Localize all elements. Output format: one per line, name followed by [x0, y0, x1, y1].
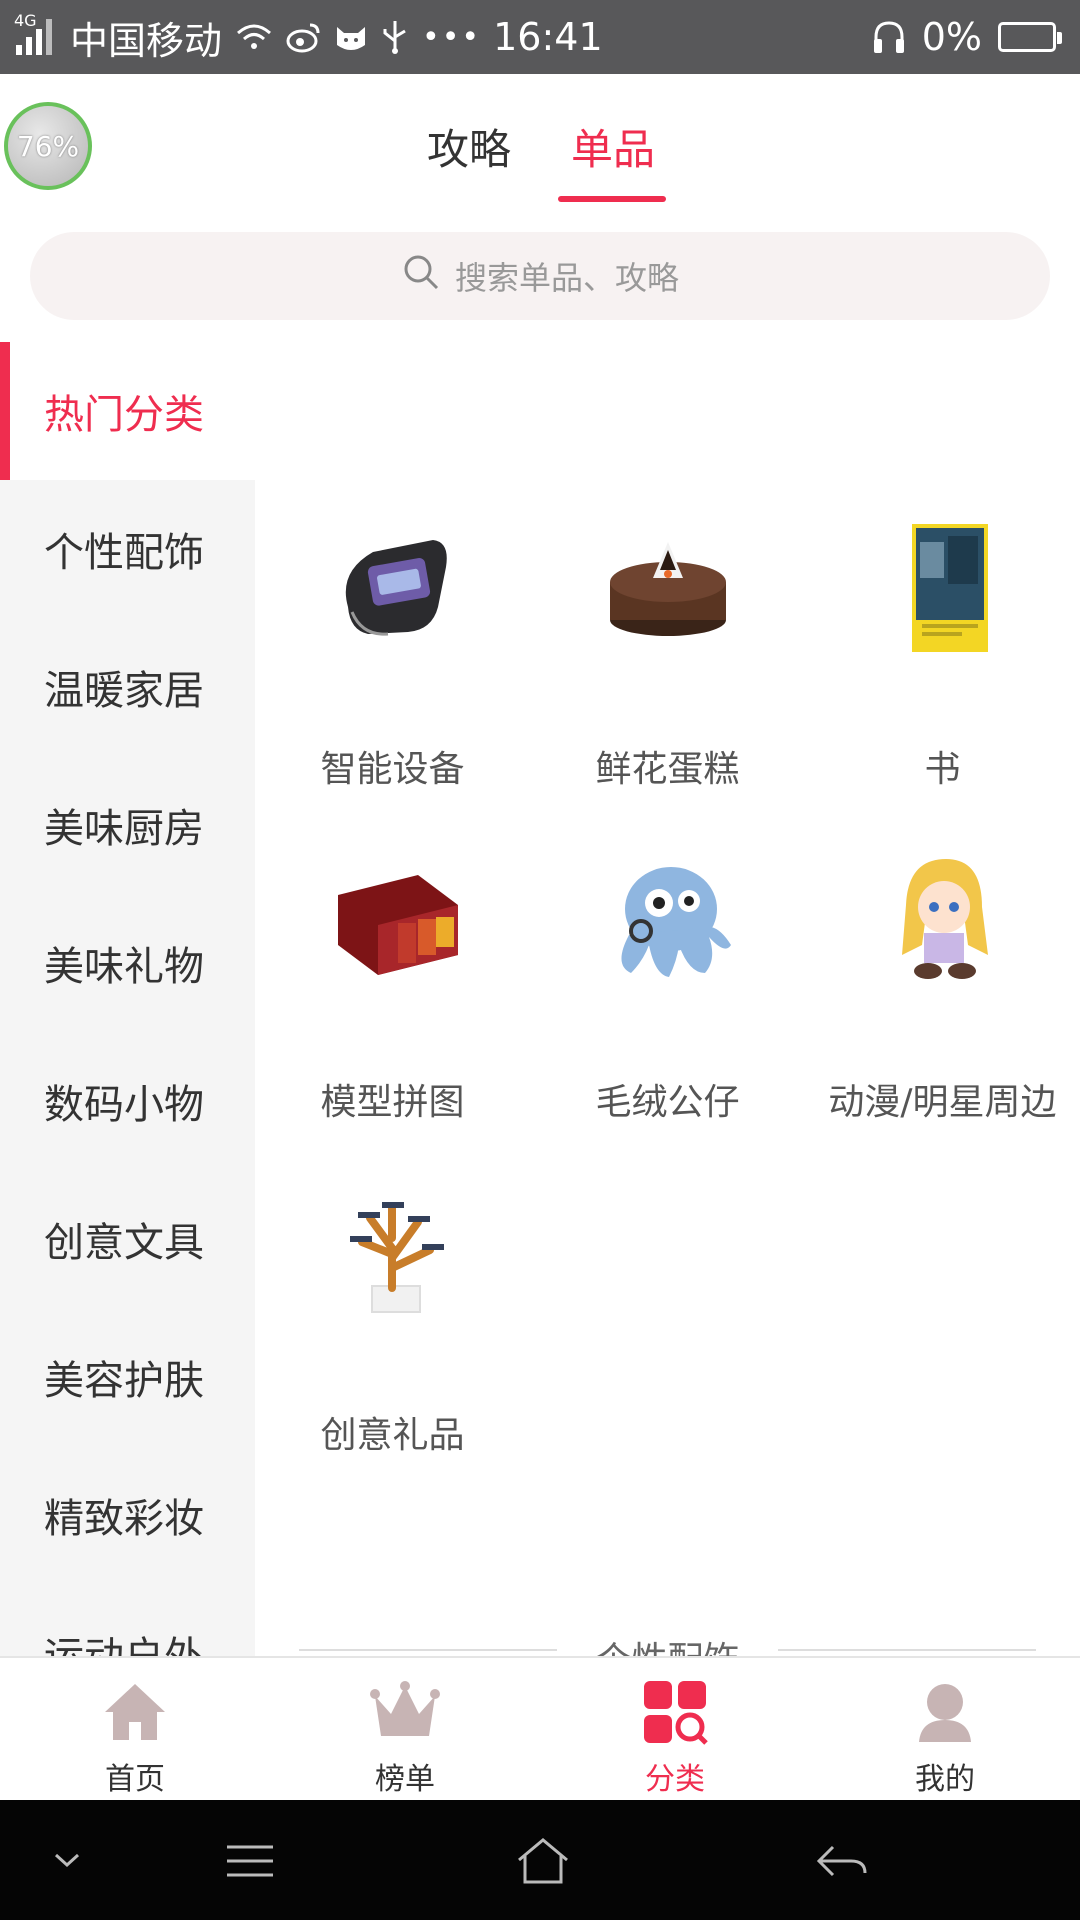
smart-band-icon: [298, 492, 488, 682]
section-divider-left: [299, 1649, 557, 1651]
home-icon: [97, 1674, 173, 1750]
grid-item-plush-toys[interactable]: 毛绒公仔: [530, 825, 805, 1158]
collapse-icon[interactable]: [32, 1826, 102, 1896]
grid-item-creative-gifts[interactable]: 创意礼品: [255, 1158, 530, 1491]
item-label: 鲜花蛋糕: [595, 749, 740, 790]
search-icon: [401, 252, 441, 300]
bubble-text: 76%: [16, 129, 80, 163]
menu-icon[interactable]: [215, 1826, 285, 1896]
category-accessories[interactable]: 个性配饰: [0, 480, 255, 618]
category-digital[interactable]: 数码小物: [0, 1032, 255, 1170]
more-dots-icon: •••: [422, 19, 482, 55]
battery-icon: [998, 22, 1062, 52]
usb-icon: [380, 19, 410, 55]
nav-profile[interactable]: 我的: [810, 1658, 1080, 1800]
crown-icon: [367, 1674, 443, 1750]
book-icon: [848, 492, 1038, 682]
tab-items[interactable]: 单品: [571, 116, 655, 177]
anime-figure-icon: [848, 825, 1038, 1015]
category-food-gifts[interactable]: 美味礼物: [0, 894, 255, 1032]
search-input[interactable]: 搜索单品、攻略: [30, 232, 1050, 320]
battery-percentage: 0%: [921, 15, 982, 59]
item-label: 智能设备: [320, 749, 465, 790]
active-tab-indicator: [558, 196, 666, 202]
carrier-name: 中国移动: [70, 18, 223, 63]
home-system-icon[interactable]: [508, 1826, 578, 1896]
nav-ranking-label: 榜单: [375, 1762, 435, 1797]
item-label: 创意礼品: [320, 1415, 465, 1456]
bottom-navigation: 首页 榜单 分类 我的: [0, 1656, 1080, 1800]
grid-item-models-puzzles[interactable]: 模型拼图: [255, 825, 530, 1158]
category-kitchen[interactable]: 美味厨房: [0, 756, 255, 894]
cat-app-icon: [334, 21, 368, 53]
category-sidebar[interactable]: 热门分类 个性配饰 温暖家居 美味厨房 美味礼物 数码小物 创意文具 美容护肤 …: [0, 342, 255, 1656]
model-puzzle-icon: [298, 825, 488, 1015]
status-time: 16:41: [493, 15, 603, 59]
nav-ranking[interactable]: 榜单: [270, 1658, 540, 1800]
grid-item-anime-merch[interactable]: 动漫/明星周边: [805, 825, 1080, 1158]
profile-icon: [907, 1674, 983, 1750]
signal-icon: 4G: [14, 11, 58, 59]
plush-octopus-icon: [573, 825, 763, 1015]
nav-home-label: 首页: [105, 1762, 165, 1797]
section-header: 个性配饰: [255, 1627, 1080, 1656]
top-tab-bar: 76% 攻略 单品: [0, 74, 1080, 204]
section-title: 个性配饰: [595, 1631, 739, 1656]
grid-item-books[interactable]: 书: [805, 492, 1080, 825]
network-type-label: 4G: [14, 11, 37, 30]
category-outdoor[interactable]: 运动户外: [0, 1584, 255, 1656]
wifi-icon: [234, 21, 274, 53]
back-icon[interactable]: [806, 1826, 876, 1896]
item-label: 书: [924, 749, 961, 790]
section-divider-right: [778, 1649, 1036, 1651]
item-label: 模型拼图: [320, 1082, 465, 1123]
floating-percentage-bubble[interactable]: 76%: [4, 102, 92, 190]
nav-home[interactable]: 首页: [0, 1658, 270, 1800]
grid-item-smart-devices[interactable]: 智能设备: [255, 492, 530, 825]
category-hot[interactable]: 热门分类: [0, 342, 255, 480]
nav-profile-label: 我的: [915, 1762, 975, 1797]
item-label: 动漫/明星周边: [828, 1082, 1057, 1123]
system-navigation-bar: [0, 1800, 1080, 1920]
creative-tree-icon: [298, 1158, 488, 1348]
search-placeholder: 搜索单品、攻略: [454, 259, 679, 297]
category-stationery[interactable]: 创意文具: [0, 1170, 255, 1308]
category-makeup[interactable]: 精致彩妆: [0, 1446, 255, 1584]
grid-item-flowers-cake[interactable]: 鲜花蛋糕: [530, 492, 805, 825]
nav-category[interactable]: 分类: [540, 1658, 810, 1800]
item-label: 毛绒公仔: [595, 1082, 740, 1123]
category-icon: [637, 1674, 713, 1750]
item-grid-panel: 智能设备 鲜花蛋糕 书 模型拼图 毛绒公仔 动漫/明星周边 创意礼品: [255, 342, 1080, 1656]
category-skincare[interactable]: 美容护肤: [0, 1308, 255, 1446]
cake-icon: [573, 492, 763, 682]
category-home[interactable]: 温暖家居: [0, 618, 255, 756]
headphone-icon: [872, 19, 906, 55]
tab-guide[interactable]: 攻略: [427, 116, 511, 177]
nav-category-label: 分类: [645, 1762, 705, 1797]
weibo-icon: [286, 21, 322, 53]
status-bar: 4G 中国移动 ••• 16:41 0%: [0, 0, 1080, 74]
